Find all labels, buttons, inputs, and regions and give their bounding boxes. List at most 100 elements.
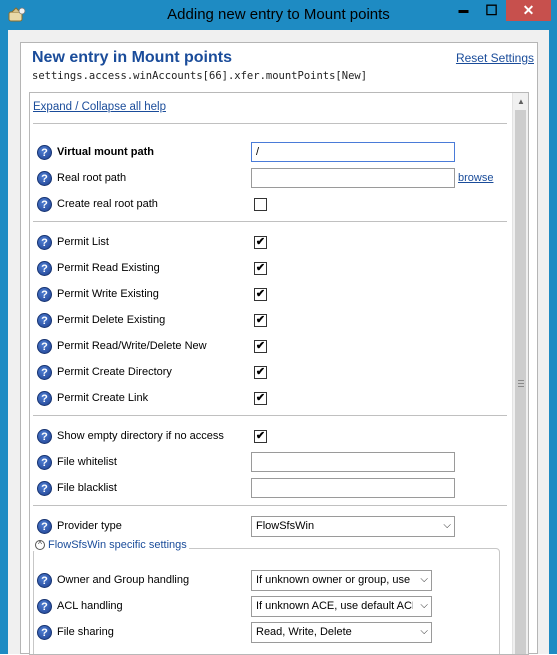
permit-read-existing-label: Permit Read Existing [57,262,160,274]
help-icon[interactable]: ? [37,519,52,534]
window: Adding new entry to Mount points ▬ ☐ ✕ N… [0,0,557,655]
file-sharing-select[interactable]: Read, Write, Delete ⌵ [251,622,432,643]
file-blacklist-input[interactable] [251,478,455,498]
help-icon[interactable]: ? [37,145,52,160]
maximize-button[interactable]: ☐ [478,0,505,21]
virtual-mount-path-label: Virtual mount path [57,146,154,158]
minimize-icon: ▬ [458,5,469,16]
file-sharing-label: File sharing [57,626,114,638]
title-bar[interactable]: Adding new entry to Mount points ▬ ☐ ✕ [0,0,557,30]
row-file-sharing: ? File sharing Read, Write, Delete ⌵ [30,621,513,645]
help-icon[interactable]: ? [37,455,52,470]
permit-rwd-new-label: Permit Read/Write/Delete New [57,340,207,352]
settings-path: settings.access.winAccounts[66].xfer.mou… [32,70,368,82]
acl-handling-select[interactable]: If unknown ACE, use default ACL ⌵ [251,596,432,617]
real-root-path-input[interactable] [251,168,455,188]
grip-icon [517,378,524,389]
permit-list-checkbox[interactable]: ✔ [254,236,267,249]
row-file-blacklist: ? File blacklist [30,477,513,501]
permit-delete-existing-checkbox[interactable]: ✔ [254,314,267,327]
divider [33,123,507,124]
group-legend[interactable]: ^ FlowSfsWin specific settings [33,539,189,551]
provider-type-label: Provider type [57,520,122,532]
virtual-mount-path-input[interactable]: / [251,142,455,162]
owner-group-handling-label: Owner and Group handling [57,574,190,586]
permit-rwd-new-checkbox[interactable]: ✔ [254,340,267,353]
file-sharing-value: Read, Write, Delete [256,626,352,638]
acl-handling-value: If unknown ACE, use default ACL [256,600,413,612]
help-icon[interactable]: ? [37,365,52,380]
row-permit-delete-existing: ? Permit Delete Existing ✔ [30,309,513,333]
row-file-whitelist: ? File whitelist [30,451,513,475]
row-permit-read-existing: ? Permit Read Existing ✔ [30,257,513,281]
close-button[interactable]: ✕ [506,0,551,21]
acl-handling-label: ACL handling [57,600,123,612]
provider-type-value: FlowSfsWin [256,520,315,532]
expand-collapse-help-link[interactable]: Expand / Collapse all help [33,101,166,113]
scroll-up-icon[interactable]: ▲ [513,93,528,110]
row-acl-handling: ? ACL handling If unknown ACE, use defau… [30,595,513,619]
group-legend-label: FlowSfsWin specific settings [48,539,187,551]
help-icon[interactable]: ? [37,429,52,444]
owner-group-handling-value: If unknown owner or group, use [256,574,411,586]
permit-create-directory-checkbox[interactable]: ✔ [254,366,267,379]
chevron-down-icon: ⌵ [420,574,428,585]
permit-list-label: Permit List [57,236,109,248]
provider-type-select[interactable]: FlowSfsWin ⌵ [251,516,455,537]
help-icon[interactable]: ? [37,197,52,212]
permit-create-link-checkbox[interactable]: ✔ [254,392,267,405]
permit-create-directory-label: Permit Create Directory [57,366,172,378]
row-permit-create-directory: ? Permit Create Directory ✔ [30,361,513,385]
help-icon[interactable]: ? [37,235,52,250]
row-owner-group-handling: ? Owner and Group handling If unknown ow… [30,569,513,593]
permit-create-link-label: Permit Create Link [57,392,149,404]
divider [33,415,507,416]
permit-write-existing-checkbox[interactable]: ✔ [254,288,267,301]
row-permit-rwd-new: ? Permit Read/Write/Delete New ✔ [30,335,513,359]
divider [33,505,507,506]
settings-scroll-area[interactable]: Expand / Collapse all help ? Virtual mou… [29,92,529,655]
show-empty-directory-checkbox[interactable]: ✔ [254,430,267,443]
minimize-button[interactable]: ▬ [450,0,477,21]
real-root-path-label: Real root path [57,172,127,184]
client-area: New entry in Mount points Reset Settings… [8,30,549,655]
create-real-root-path-label: Create real root path [57,198,158,210]
help-icon[interactable]: ? [37,481,52,496]
help-icon[interactable]: ? [37,339,52,354]
close-icon: ✕ [522,2,535,18]
permit-delete-existing-label: Permit Delete Existing [57,314,166,326]
permit-read-existing-checkbox[interactable]: ✔ [254,262,267,275]
chevron-down-icon: ⌵ [420,600,428,611]
page-title: New entry in Mount points [32,49,232,66]
row-provider-type: ? Provider type FlowSfsWin ⌵ [30,515,513,539]
help-icon[interactable]: ? [37,625,52,640]
scroll-thumb[interactable] [515,110,526,654]
file-whitelist-label: File whitelist [57,456,117,468]
divider [33,221,507,222]
chevron-down-icon: ⌵ [420,626,428,637]
help-icon[interactable]: ? [37,287,52,302]
reset-settings-link[interactable]: Reset Settings [456,51,534,65]
row-create-real-root-path: ? Create real root path [30,193,513,217]
file-whitelist-input[interactable] [251,452,455,472]
browse-link[interactable]: browse [458,172,493,184]
permit-write-existing-label: Permit Write Existing [57,288,159,300]
create-real-root-path-checkbox[interactable] [254,198,267,211]
help-icon[interactable]: ? [37,573,52,588]
owner-group-handling-select[interactable]: If unknown owner or group, use ⌵ [251,570,432,591]
help-icon[interactable]: ? [37,599,52,614]
vertical-scrollbar[interactable]: ▲ [512,93,528,654]
settings-panel: New entry in Mount points Reset Settings… [20,42,538,655]
help-icon[interactable]: ? [37,171,52,186]
chevron-down-icon: ⌵ [443,520,451,531]
row-permit-create-link: ? Permit Create Link ✔ [30,387,513,411]
maximize-icon: ☐ [485,2,498,18]
show-empty-directory-label: Show empty directory if no access [57,430,224,442]
row-permit-list: ? Permit List ✔ [30,231,513,255]
collapse-icon[interactable]: ^ [35,540,45,550]
row-real-root-path: ? Real root path browse [30,167,513,191]
help-icon[interactable]: ? [37,313,52,328]
help-icon[interactable]: ? [37,261,52,276]
row-show-empty-directory: ? Show empty directory if no access ✔ [30,425,513,449]
help-icon[interactable]: ? [37,391,52,406]
